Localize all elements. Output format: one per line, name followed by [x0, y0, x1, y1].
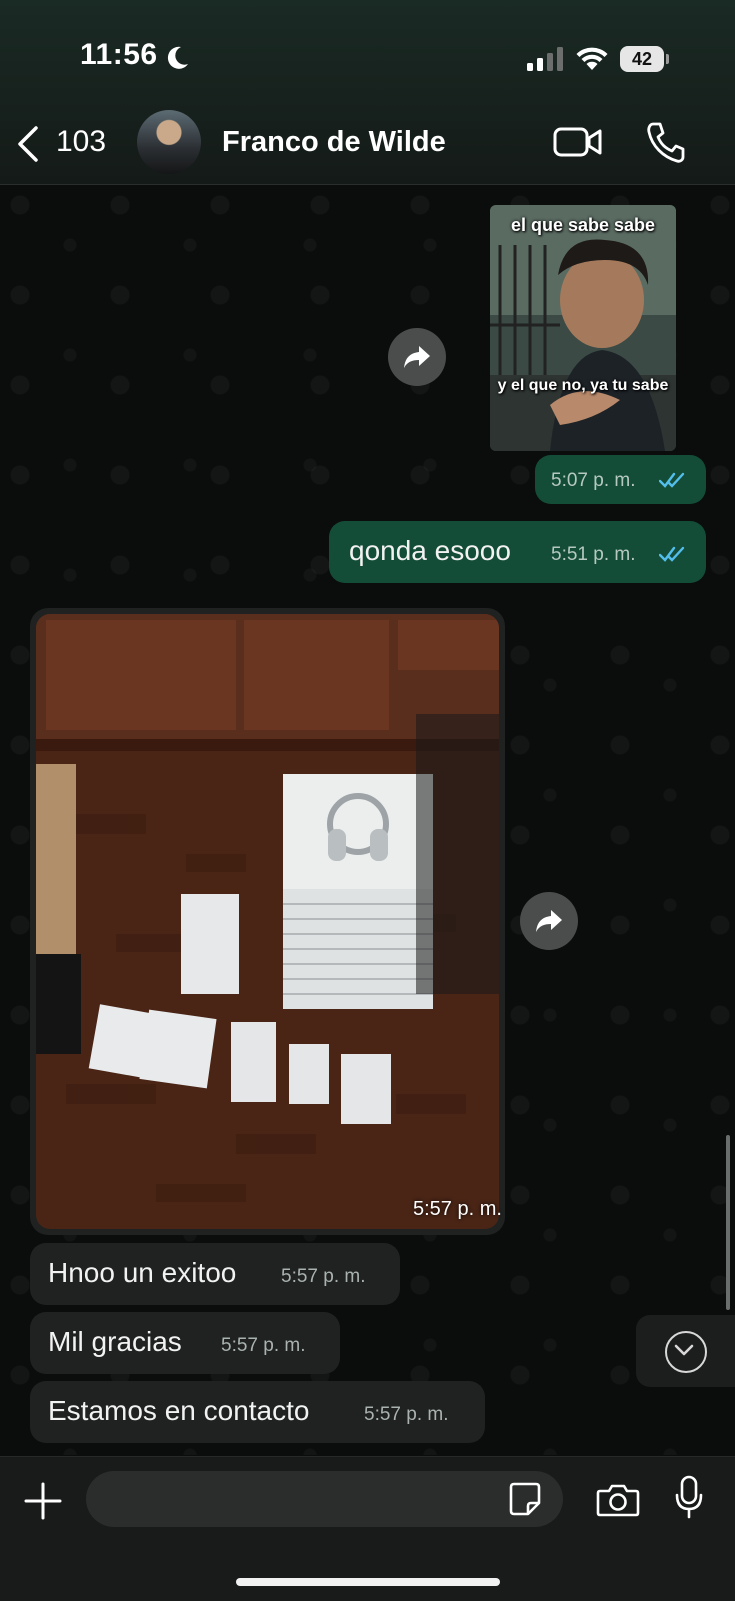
- home-indicator: [236, 1578, 500, 1586]
- incoming-image-message[interactable]: 5:57 p. m.: [30, 608, 505, 1235]
- forward-button[interactable]: [520, 892, 578, 950]
- message-input[interactable]: [86, 1471, 563, 1527]
- battery-indicator: 42: [620, 46, 670, 72]
- incoming-text-message[interactable]: Hnoo un exitoo 5:57 p. m.: [30, 1243, 400, 1305]
- chat-area[interactable]: el que sabe sabe y el que no, ya tu sabe…: [0, 185, 735, 1455]
- status-bar: 11:56 42: [0, 0, 735, 100]
- message-time: 5:07 p. m.: [551, 470, 636, 491]
- message-time: 5:57 p. m.: [221, 1335, 306, 1356]
- attach-plus-icon[interactable]: [24, 1482, 62, 1520]
- forward-button[interactable]: [388, 328, 446, 386]
- back-unread-count[interactable]: 103: [56, 125, 106, 159]
- message-text: Estamos en contacto: [48, 1395, 310, 1426]
- message-text: Mil gracias: [48, 1326, 182, 1357]
- phone-call-icon[interactable]: [645, 120, 685, 164]
- back-chevron-icon[interactable]: [14, 124, 42, 164]
- forward-arrow-icon: [536, 910, 562, 932]
- scroll-down-circle: [665, 1331, 707, 1373]
- message-time: 5:51 p. m.: [551, 544, 636, 565]
- incoming-text-message[interactable]: Mil gracias 5:57 p. m.: [30, 1312, 340, 1374]
- sticker-icon[interactable]: [508, 1481, 542, 1517]
- top-bar: 11:56 42 103 Franco de Wilde: [0, 0, 735, 185]
- video-call-icon[interactable]: [553, 124, 603, 160]
- contact-name[interactable]: Franco de Wilde: [222, 126, 446, 159]
- contact-avatar[interactable]: [137, 110, 201, 174]
- message-composer: [0, 1456, 735, 1601]
- battery-level: 42: [620, 46, 664, 72]
- battery-cap: [666, 54, 669, 64]
- chat-header: 103 Franco de Wilde: [0, 100, 735, 184]
- wifi-icon: [576, 47, 608, 70]
- outgoing-image-time-bubble[interactable]: 5:07 p. m.: [535, 455, 706, 504]
- meme-photo: [490, 205, 676, 451]
- meme-caption-top: el que sabe sabe: [510, 215, 656, 235]
- message-time: 5:57 p. m.: [413, 1198, 502, 1220]
- message-text: Hnoo un exitoo: [48, 1257, 237, 1288]
- forward-arrow-icon: [404, 346, 430, 368]
- meme-caption-bottom: y el que no, ya tu sabe: [497, 377, 669, 394]
- chevron-down-icon: [674, 1344, 694, 1356]
- scrollbar[interactable]: [726, 1135, 730, 1310]
- moon-icon: [167, 46, 188, 69]
- read-ticks-icon: [659, 546, 685, 562]
- status-time: 11:56: [80, 38, 158, 71]
- message-time: 5:57 p. m.: [364, 1404, 449, 1425]
- scroll-to-bottom-button[interactable]: [636, 1315, 735, 1387]
- message-time: 5:57 p. m.: [281, 1266, 366, 1287]
- microphone-icon[interactable]: [674, 1475, 704, 1519]
- read-ticks-icon: [659, 472, 685, 488]
- cellular-signal-icon: [527, 47, 563, 71]
- message-text: qonda esooo: [349, 535, 511, 566]
- product-stack-photo: [36, 614, 499, 1229]
- incoming-text-message[interactable]: Estamos en contacto 5:57 p. m.: [30, 1381, 485, 1443]
- outgoing-image-message[interactable]: el que sabe sabe y el que no, ya tu sabe: [490, 205, 676, 451]
- outgoing-text-message[interactable]: qonda esooo 5:51 p. m.: [329, 521, 706, 583]
- camera-icon[interactable]: [596, 1483, 640, 1517]
